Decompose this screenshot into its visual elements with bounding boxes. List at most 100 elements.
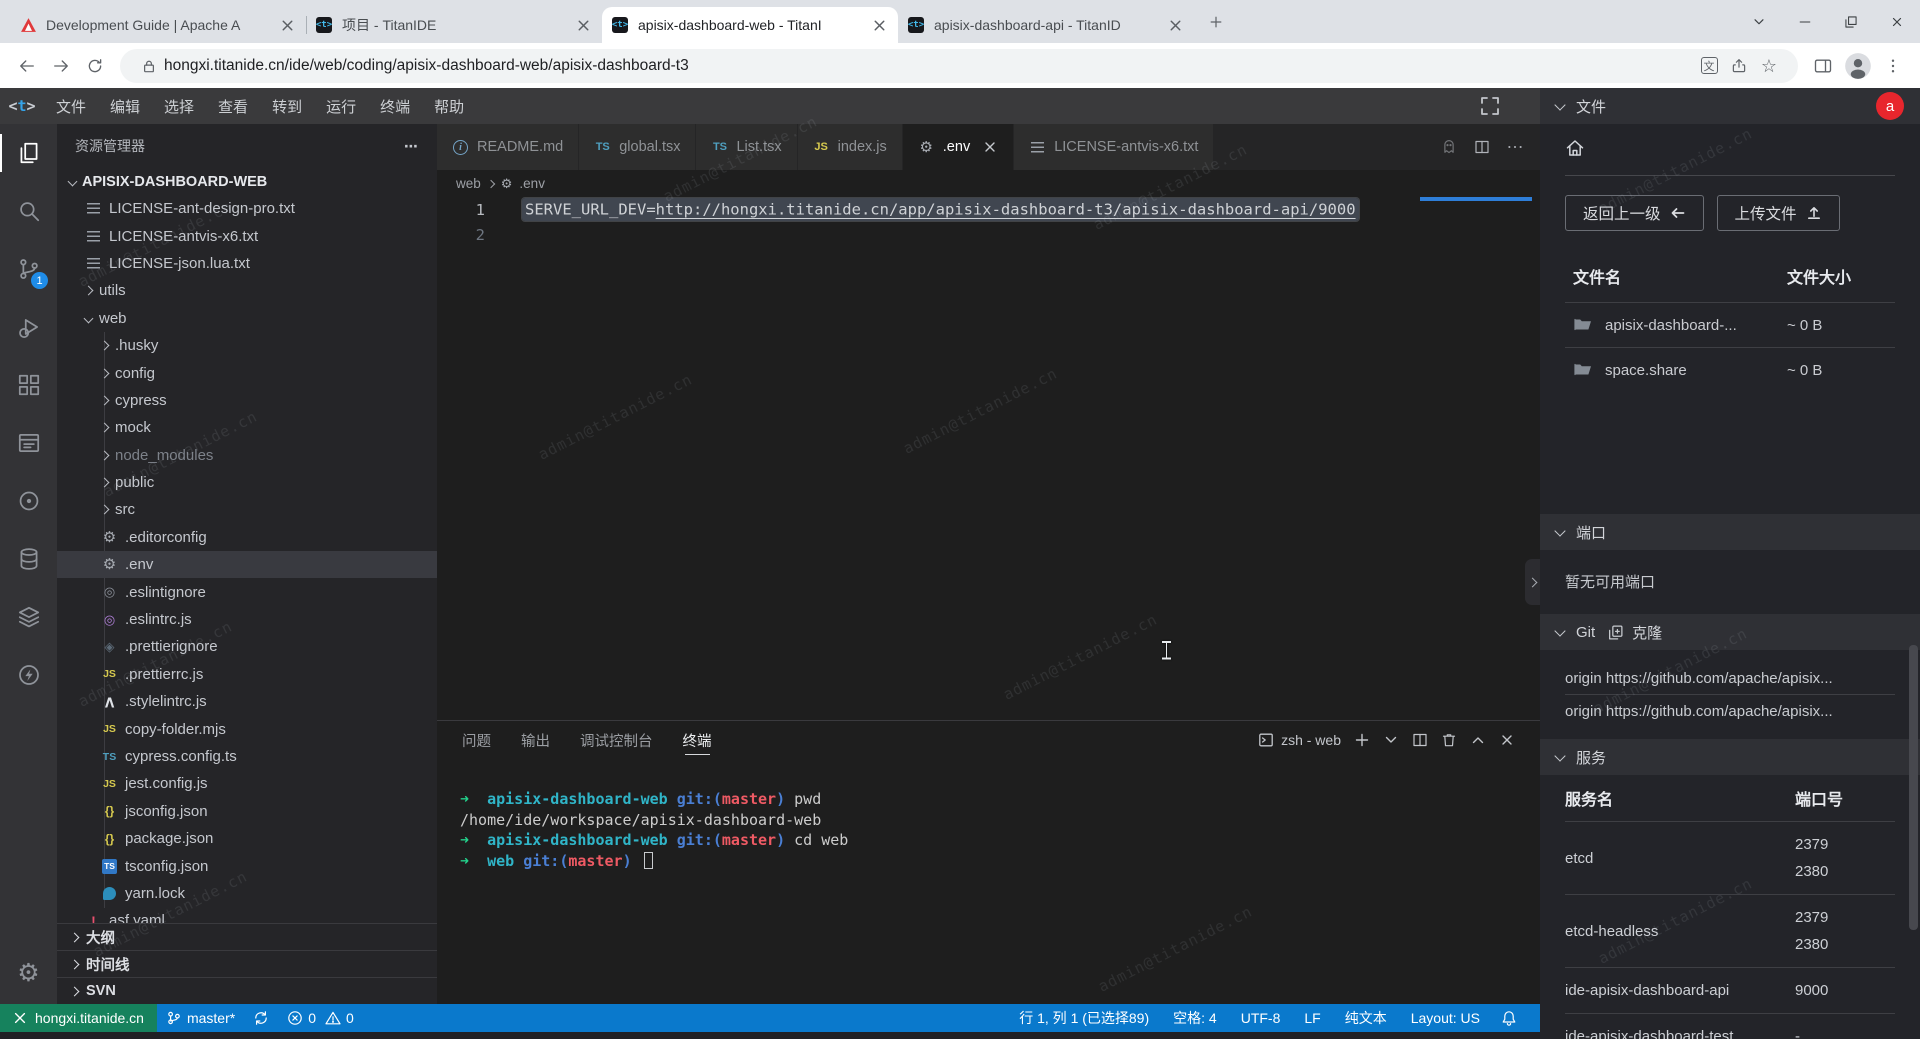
status-item[interactable]: Layout: US	[1399, 1004, 1492, 1032]
tree-folder-mock[interactable]: mock	[57, 414, 437, 441]
go-up-button[interactable]: 返回上一级	[1565, 195, 1704, 231]
close-window-button[interactable]	[1874, 0, 1920, 43]
tree-file-LICENSE-ant-design-pro.txt[interactable]: LICENSE-ant-design-pro.txt	[57, 195, 437, 222]
tree-file-.editorconfig[interactable]: ⚙.editorconfig	[57, 524, 437, 551]
tree-file-.env[interactable]: ⚙.env	[57, 551, 437, 578]
close-panel-icon[interactable]	[1499, 732, 1515, 748]
terminal[interactable]: ➜ apisix-dashboard-web git:(master) pwd/…	[437, 759, 1540, 1004]
sidebar-section-时间线[interactable]: 时间线	[57, 950, 437, 977]
menu-item-运行[interactable]: 运行	[314, 88, 368, 124]
user-avatar[interactable]: a	[1876, 92, 1904, 120]
close-tab-icon[interactable]	[1167, 17, 1184, 34]
shell-selector[interactable]: zsh - web	[1258, 732, 1341, 748]
close-tab-icon[interactable]	[871, 17, 888, 34]
forward-icon[interactable]	[44, 49, 78, 83]
tree-file-tsconfig.json[interactable]: TStsconfig.json	[57, 852, 437, 879]
tree-file-package.json[interactable]: {}package.json	[57, 825, 437, 852]
tree-file-.stylelintrc.js[interactable]: V.stylelintrc.js	[57, 688, 437, 715]
menu-item-转到[interactable]: 转到	[260, 88, 314, 124]
browser-profile-avatar[interactable]	[1844, 52, 1872, 80]
activity-extensions-icon[interactable]	[0, 356, 57, 414]
files-section-header[interactable]: 文件 a	[1540, 88, 1920, 124]
minimize-button[interactable]	[1782, 0, 1828, 43]
service-row-ide-apisix-dashboard-api[interactable]: ide-apisix-dashboard-api9000	[1565, 967, 1895, 1013]
terminal-dropdown-icon[interactable]	[1383, 732, 1399, 748]
panel-tab-输出[interactable]: 输出	[521, 721, 550, 759]
url-text[interactable]: hongxi.titanide.cn/ide/web/coding/apisix…	[164, 57, 1694, 75]
editor-tab-LICENSE-antvis-x6.txt[interactable]: LICENSE-antvis-x6.txt	[1014, 124, 1214, 170]
close-tab-icon[interactable]	[279, 17, 296, 34]
tree-file-asf.yaml[interactable]: !asf.yaml	[57, 907, 437, 923]
activity-preview-icon[interactable]	[0, 414, 57, 472]
activity-run-debug-icon[interactable]	[0, 298, 57, 356]
status-item[interactable]: UTF-8	[1229, 1004, 1293, 1032]
tab-search-chevron-icon[interactable]	[1736, 0, 1782, 43]
editor-tab-global.tsx[interactable]: TSglobal.tsx	[579, 124, 696, 170]
tree-file-cypress.config.ts[interactable]: TScypress.config.ts	[57, 743, 437, 770]
git-clone-label[interactable]: 克隆	[1632, 622, 1662, 643]
activity-circle-tool-icon[interactable]	[0, 472, 57, 530]
activity-settings-gear-icon[interactable]: ⚙	[0, 942, 57, 1004]
service-row-etcd-headless[interactable]: etcd-headless23792380	[1565, 894, 1895, 967]
editor-tab-.env[interactable]: ⚙.env	[903, 124, 1014, 170]
tree-file-.eslintignore[interactable]: ◎.eslintignore	[57, 578, 437, 605]
translate-icon[interactable]: 文	[1694, 51, 1724, 81]
breadcrumb-folder[interactable]: web	[456, 176, 481, 191]
reload-icon[interactable]	[78, 49, 112, 83]
panel-tab-问题[interactable]: 问题	[462, 721, 491, 759]
editor-tab-index.js[interactable]: JSindex.js	[798, 124, 903, 170]
browser-tab[interactable]: <t>apisix-dashboard-api - TitanID	[898, 7, 1194, 43]
ports-section-header[interactable]: 端口	[1540, 514, 1920, 550]
menu-item-选择[interactable]: 选择	[152, 88, 206, 124]
address-bar[interactable]: hongxi.titanide.cn/ide/web/coding/apisix…	[120, 49, 1798, 83]
browser-menu-icon[interactable]	[1876, 49, 1910, 83]
panel-reveal-handle[interactable]	[1525, 559, 1540, 605]
menu-item-查看[interactable]: 查看	[206, 88, 260, 124]
tree-folder-cypress[interactable]: cypress	[57, 387, 437, 414]
tree-file-jest.config.js[interactable]: JSjest.config.js	[57, 770, 437, 797]
editor-tab-README.md[interactable]: iREADME.md	[437, 124, 579, 170]
notifications-bell-icon[interactable]	[1492, 1004, 1526, 1032]
activity-lightning-icon[interactable]	[0, 646, 57, 704]
activity-source-control-icon[interactable]: 1	[0, 240, 57, 298]
code-editor[interactable]: 1 SERVE_URL_DEV=http://hongxi.titanide.c…	[437, 197, 1540, 720]
more-actions-icon[interactable]	[1506, 138, 1524, 156]
browser-tab[interactable]: Development Guide | Apache A	[10, 7, 306, 43]
ghost-icon[interactable]	[1440, 138, 1458, 156]
menu-item-编辑[interactable]: 编辑	[98, 88, 152, 124]
share-icon[interactable]	[1724, 51, 1754, 81]
git-remote-row[interactable]: origin https://github.com/apache/apisix.…	[1565, 695, 1895, 728]
breadcrumb[interactable]: web ⚙ .env	[437, 170, 1540, 197]
close-tab-icon[interactable]	[575, 17, 592, 34]
git-section-header[interactable]: Git 克隆	[1540, 614, 1920, 650]
tree-file-LICENSE-json.lua.txt[interactable]: LICENSE-json.lua.txt	[57, 250, 437, 277]
editor-tab-List.tsx[interactable]: TSList.tsx	[696, 124, 797, 170]
menu-item-文件[interactable]: 文件	[44, 88, 98, 124]
restore-button[interactable]	[1828, 0, 1874, 43]
tree-file-.eslintrc.js[interactable]: ◎.eslintrc.js	[57, 606, 437, 633]
tree-file-copy-folder.mjs[interactable]: JScopy-folder.mjs	[57, 715, 437, 742]
browser-tab[interactable]: <t>项目 - TitanIDE	[306, 7, 602, 43]
split-terminal-icon[interactable]	[1412, 732, 1428, 748]
explorer-more-icon[interactable]: ⋯	[404, 138, 419, 155]
breadcrumb-file[interactable]: .env	[519, 176, 545, 191]
tree-folder-config[interactable]: config	[57, 359, 437, 386]
file-row-space.share[interactable]: space.share~ 0 B	[1565, 347, 1895, 392]
scrollbar-thumb[interactable]	[1909, 645, 1918, 930]
lock-icon[interactable]	[134, 51, 164, 81]
tree-folder-src[interactable]: src	[57, 496, 437, 523]
tree-file-yarn.lock[interactable]: yarn.lock	[57, 880, 437, 907]
explorer-root-folder[interactable]: APISIX-DASHBOARD-WEB	[57, 168, 437, 195]
activity-search-icon[interactable]	[0, 182, 57, 240]
tree-file-LICENSE-antvis-x6.txt[interactable]: LICENSE-antvis-x6.txt	[57, 222, 437, 249]
status-item[interactable]: 空格: 4	[1161, 1004, 1229, 1032]
menu-item-帮助[interactable]: 帮助	[422, 88, 476, 124]
tree-file-.prettierignore[interactable]: ◈.prettierignore	[57, 633, 437, 660]
panel-tab-终端[interactable]: 终端	[683, 721, 712, 759]
sidebar-section-大纲[interactable]: 大纲	[57, 923, 437, 950]
split-editor-icon[interactable]	[1474, 139, 1490, 155]
activity-explorer-icon[interactable]	[0, 124, 57, 182]
remote-indicator[interactable]: hongxi.titanide.cn	[0, 1004, 157, 1032]
tree-folder-.husky[interactable]: .husky	[57, 332, 437, 359]
git-remote-row[interactable]: origin https://github.com/apache/apisix.…	[1565, 662, 1895, 695]
